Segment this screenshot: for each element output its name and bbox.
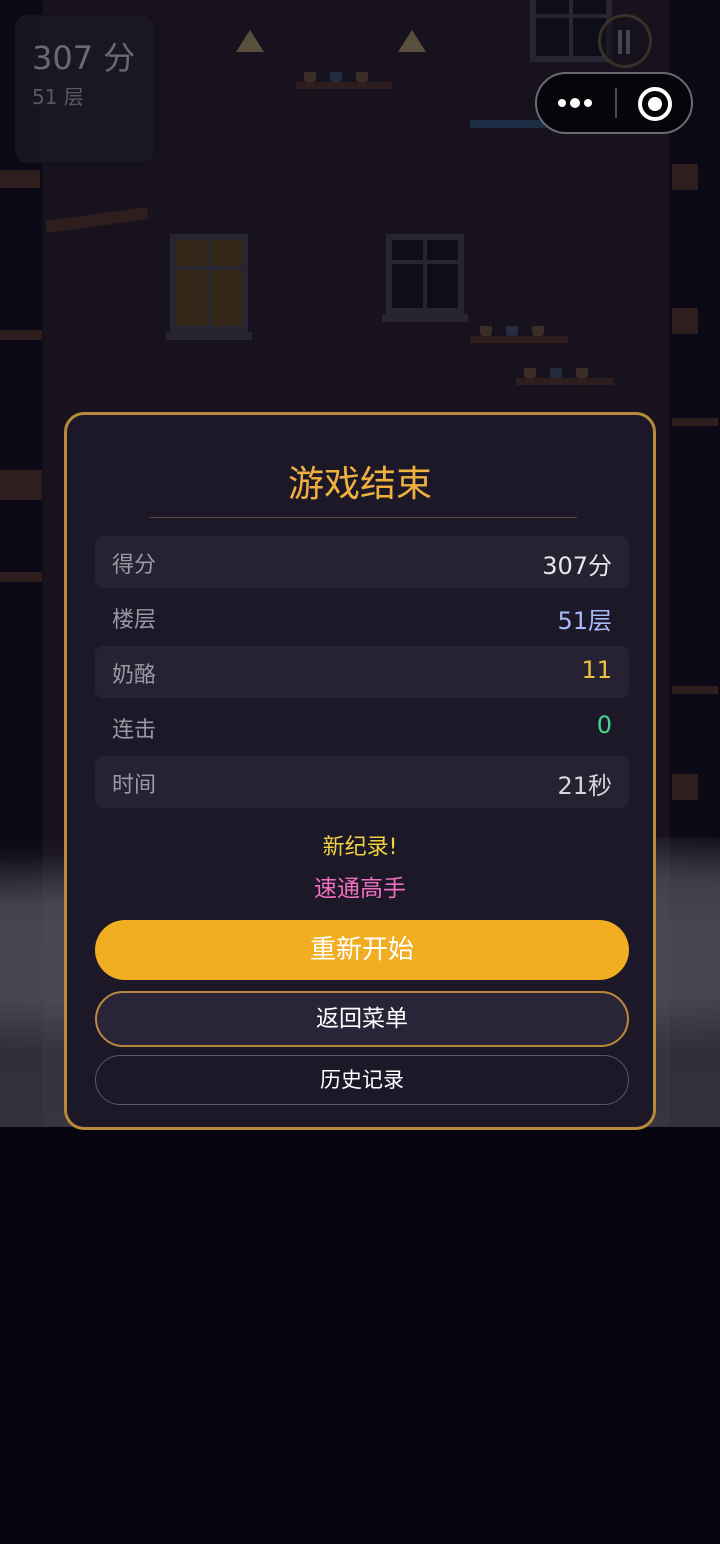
history-button[interactable]: 历史记录: [95, 1055, 629, 1105]
stat-row-score: 得分 307分: [95, 536, 629, 588]
stat-row-cheese: 奶酪 11: [95, 646, 629, 698]
title-divider: [149, 517, 577, 518]
back-to-menu-button[interactable]: 返回菜单: [95, 991, 629, 1047]
pause-button[interactable]: [598, 14, 652, 68]
game-over-modal: 游戏结束 得分 307分 楼层 51层 奶酪 11 连击 0 时间 21秒 新纪…: [64, 412, 656, 1130]
stat-label: 楼层: [112, 608, 157, 633]
stat-row-floor: 楼层 51层: [95, 591, 629, 643]
stat-value: 0: [596, 711, 612, 739]
game-screen: 307 分 51 层 游戏结束 得分 307分 楼层 51层 奶酪 11 连击 …: [0, 0, 720, 1544]
stat-value: 51层: [557, 607, 612, 635]
stat-value: 307分: [542, 552, 612, 580]
stat-label: 得分: [112, 553, 157, 578]
stat-row-combo: 连击 0: [95, 701, 629, 753]
stat-label: 奶酪: [112, 663, 157, 688]
achievement-label: 速通高手: [314, 876, 406, 902]
more-button[interactable]: [537, 74, 615, 132]
stat-label: 连击: [112, 718, 157, 743]
stat-label: 时间: [112, 773, 157, 798]
new-record-label: 新纪录!: [322, 835, 398, 860]
score-hud: 307 分 51 层: [14, 14, 156, 164]
hud-score: 307 分: [32, 39, 136, 77]
modal-title: 游戏结束: [287, 464, 432, 505]
hud-floor: 51 层: [32, 85, 84, 109]
stat-value: 21秒: [557, 772, 612, 800]
miniprogram-capsule: [535, 72, 693, 134]
stat-value: 11: [581, 656, 612, 684]
close-button[interactable]: [617, 74, 693, 132]
restart-button[interactable]: 重新开始: [95, 920, 629, 980]
stat-row-time: 时间 21秒: [95, 756, 629, 808]
